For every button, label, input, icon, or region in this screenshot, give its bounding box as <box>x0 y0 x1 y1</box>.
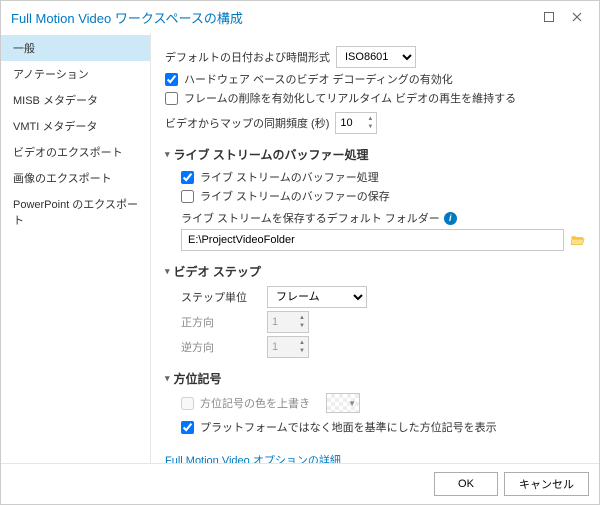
chevron-up-icon: ▲ <box>296 339 308 347</box>
folder-open-icon[interactable] <box>570 233 585 247</box>
buffer-enable-checkbox[interactable] <box>181 171 194 184</box>
orient-ground-label: プラットフォームではなく地面を基準にした方位記号を表示 <box>200 419 497 435</box>
sidebar: 一般 アノテーション MISB メタデータ VMTI メタデータ ビデオのエクス… <box>1 33 151 463</box>
orient-color-swatch: ▼ <box>326 393 360 413</box>
chevron-down-icon: ▾ <box>165 373 170 384</box>
step-forward-label: 正方向 <box>181 314 261 330</box>
step-section-header[interactable]: ▾ ビデオ ステップ <box>165 263 585 280</box>
buffer-enable-label: ライブ ストリームのバッファー処理 <box>200 169 379 185</box>
frame-drop-checkbox[interactable] <box>165 92 178 105</box>
cancel-button[interactable]: キャンセル <box>504 472 589 496</box>
chevron-down-icon: ▼ <box>345 399 359 408</box>
step-forward-input <box>268 312 296 332</box>
buffer-save-label: ライブ ストリームのバッファーの保存 <box>200 188 390 204</box>
orient-section-header[interactable]: ▾ 方位記号 <box>165 370 585 387</box>
sidebar-item-video-export[interactable]: ビデオのエクスポート <box>1 139 150 165</box>
content-panel: デフォルトの日付および時間形式 ISO8601 ハードウェア ベースのビデオ デ… <box>151 33 599 463</box>
info-icon[interactable]: i <box>444 212 457 225</box>
frame-drop-label: フレームの削除を有効化してリアルタイム ビデオの再生を維持する <box>184 90 516 106</box>
chevron-down-icon[interactable]: ▼ <box>364 123 376 131</box>
sync-freq-label: ビデオからマップの同期頻度 (秒) <box>165 115 329 131</box>
orient-override-checkbox <box>181 397 194 410</box>
hw-decode-checkbox[interactable] <box>165 73 178 86</box>
buffer-save-checkbox[interactable] <box>181 190 194 203</box>
step-backward-label: 逆方向 <box>181 339 261 355</box>
chevron-down-icon: ▾ <box>165 149 170 160</box>
orient-ground-checkbox[interactable] <box>181 421 194 434</box>
more-options-link[interactable]: Full Motion Video オプションの詳細 <box>165 452 341 463</box>
step-unit-select[interactable]: フレーム <box>267 286 367 308</box>
step-unit-label: ステップ単位 <box>181 289 261 305</box>
step-backward-stepper: ▲▼ <box>267 336 309 358</box>
footer: OK キャンセル <box>1 463 599 504</box>
maximize-icon[interactable] <box>535 7 563 27</box>
sidebar-item-misb[interactable]: MISB メタデータ <box>1 87 150 113</box>
main-area: 一般 アノテーション MISB メタデータ VMTI メタデータ ビデオのエクス… <box>1 33 599 463</box>
sync-freq-input[interactable] <box>336 113 364 133</box>
chevron-down-icon: ▾ <box>165 266 170 277</box>
step-backward-input <box>268 337 296 357</box>
chevron-down-icon: ▼ <box>296 347 308 355</box>
buffer-folder-input[interactable] <box>181 229 564 251</box>
chevron-up-icon[interactable]: ▲ <box>364 115 376 123</box>
buffer-folder-label: ライブ ストリームを保存するデフォルト フォルダー <box>181 210 440 226</box>
title-bar: Full Motion Video ワークスペースの構成 <box>1 1 599 33</box>
close-icon[interactable] <box>563 7 591 27</box>
sidebar-item-powerpoint[interactable]: PowerPoint のエクスポート <box>1 191 150 233</box>
sidebar-item-vmti[interactable]: VMTI メタデータ <box>1 113 150 139</box>
sidebar-item-annotation[interactable]: アノテーション <box>1 61 150 87</box>
sidebar-item-general[interactable]: 一般 <box>1 35 150 61</box>
chevron-down-icon: ▼ <box>296 322 308 330</box>
default-datetime-select[interactable]: ISO8601 <box>336 46 416 68</box>
hw-decode-label: ハードウェア ベースのビデオ デコーディングの有効化 <box>184 71 453 87</box>
window-title: Full Motion Video ワークスペースの構成 <box>11 8 535 27</box>
default-datetime-label: デフォルトの日付および時間形式 <box>165 49 330 65</box>
step-forward-stepper: ▲▼ <box>267 311 309 333</box>
orient-override-label: 方位記号の色を上書き <box>200 395 310 411</box>
ok-button[interactable]: OK <box>434 472 498 496</box>
sync-freq-stepper[interactable]: ▲▼ <box>335 112 377 134</box>
sidebar-item-image-export[interactable]: 画像のエクスポート <box>1 165 150 191</box>
buffer-section-header[interactable]: ▾ ライブ ストリームのバッファー処理 <box>165 146 585 163</box>
chevron-up-icon: ▲ <box>296 314 308 322</box>
